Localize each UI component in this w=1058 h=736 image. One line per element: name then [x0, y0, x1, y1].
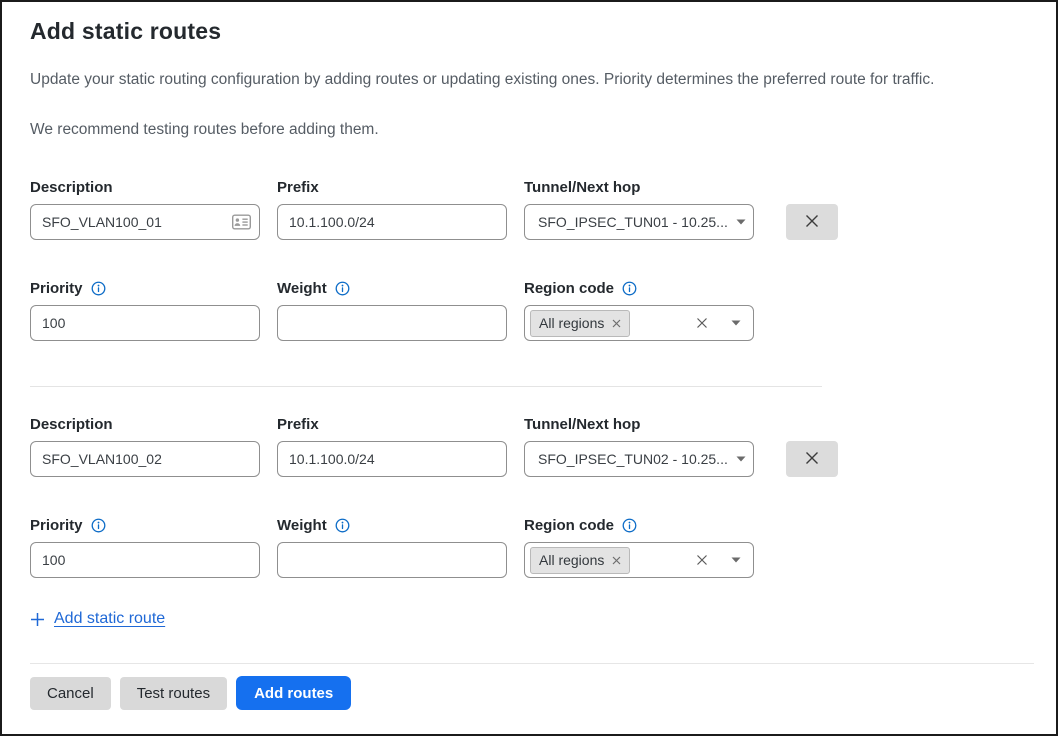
priority-label: Priority: [30, 280, 83, 297]
route-1-options-row: Priority Weight: [30, 280, 1034, 341]
footer-divider: [30, 663, 1034, 664]
info-icon[interactable]: [91, 281, 106, 296]
region-field: Region code All regions: [524, 517, 754, 578]
region-multiselect[interactable]: All regions: [524, 305, 754, 341]
route-divider: [30, 386, 822, 387]
page-title: Add static routes: [30, 16, 1034, 46]
prefix-label: Prefix: [277, 179, 507, 196]
description-field: Description: [30, 416, 260, 477]
test-routes-button[interactable]: Test routes: [120, 677, 227, 710]
cancel-button[interactable]: Cancel: [30, 677, 111, 710]
intro-text: Update your static routing configuration…: [30, 70, 1034, 90]
plus-icon: [30, 612, 45, 627]
remove-tag-icon[interactable]: [612, 556, 621, 565]
route-block-2: Description Prefix Tunnel/Next hop SFO_I…: [30, 416, 1034, 578]
route-2-options-row: Priority Weight: [30, 517, 1034, 578]
tunnel-field: Tunnel/Next hop SFO_IPSEC_TUN02 - 10.25.…: [524, 416, 754, 477]
weight-label: Weight: [277, 280, 327, 297]
region-tag-label: All regions: [539, 552, 604, 568]
remove-tag-icon[interactable]: [612, 319, 621, 328]
close-icon: [804, 213, 820, 232]
info-icon[interactable]: [91, 518, 106, 533]
info-icon[interactable]: [622, 281, 637, 296]
footer-buttons: Cancel Test routes Add routes: [30, 676, 1034, 710]
region-tag-chip: All regions: [530, 310, 630, 337]
priority-input[interactable]: [30, 542, 260, 578]
prefix-field: Prefix: [277, 416, 507, 477]
weight-label: Weight: [277, 517, 327, 534]
chevron-down-icon: [736, 219, 746, 225]
region-multiselect[interactable]: All regions: [524, 542, 754, 578]
remove-route-button[interactable]: [786, 204, 838, 240]
description-label: Description: [30, 416, 260, 433]
weight-input[interactable]: [277, 542, 507, 578]
recommendation-text: We recommend testing routes before addin…: [30, 120, 1034, 140]
route-block-1: Description: [30, 179, 1034, 341]
clear-selection-icon[interactable]: [696, 554, 708, 566]
prefix-input[interactable]: [277, 441, 507, 477]
clear-selection-icon[interactable]: [696, 317, 708, 329]
tunnel-selected-value: SFO_IPSEC_TUN01 - 10.25...: [538, 214, 728, 230]
priority-input[interactable]: [30, 305, 260, 341]
route-1-main-row: Description: [30, 179, 1034, 240]
chevron-down-icon: [731, 557, 741, 563]
info-icon[interactable]: [622, 518, 637, 533]
tunnel-select[interactable]: SFO_IPSEC_TUN02 - 10.25...: [524, 441, 754, 477]
priority-field: Priority: [30, 517, 260, 578]
tunnel-selected-value: SFO_IPSEC_TUN02 - 10.25...: [538, 451, 728, 467]
info-icon[interactable]: [335, 518, 350, 533]
add-static-route-row: Add static route: [30, 610, 1034, 628]
add-static-routes-dialog: Add static routes Update your static rou…: [0, 0, 1058, 736]
tunnel-select[interactable]: SFO_IPSEC_TUN01 - 10.25...: [524, 204, 754, 240]
route-2-main-row: Description Prefix Tunnel/Next hop SFO_I…: [30, 416, 1034, 477]
prefix-label: Prefix: [277, 416, 507, 433]
region-label: Region code: [524, 517, 614, 534]
tunnel-field: Tunnel/Next hop SFO_IPSEC_TUN01 - 10.25.…: [524, 179, 754, 240]
description-label: Description: [30, 179, 260, 196]
weight-input[interactable]: [277, 305, 507, 341]
region-tag-label: All regions: [539, 315, 604, 331]
close-icon: [804, 450, 820, 469]
prefix-input[interactable]: [277, 204, 507, 240]
region-tag-chip: All regions: [530, 547, 630, 574]
priority-field: Priority: [30, 280, 260, 341]
info-icon[interactable]: [335, 281, 350, 296]
add-static-route-link[interactable]: Add static route: [54, 610, 165, 628]
weight-field: Weight: [277, 517, 507, 578]
priority-label: Priority: [30, 517, 83, 534]
description-input[interactable]: [30, 204, 260, 240]
chevron-down-icon: [736, 456, 746, 462]
weight-field: Weight: [277, 280, 507, 341]
contact-card-icon[interactable]: [232, 215, 251, 230]
tunnel-label: Tunnel/Next hop: [524, 416, 754, 433]
description-field: Description: [30, 179, 260, 240]
add-routes-button[interactable]: Add routes: [236, 676, 351, 710]
region-field: Region code All regions: [524, 280, 754, 341]
tunnel-label: Tunnel/Next hop: [524, 179, 754, 196]
description-input[interactable]: [30, 441, 260, 477]
remove-route-button[interactable]: [786, 441, 838, 477]
prefix-field: Prefix: [277, 179, 507, 240]
chevron-down-icon: [731, 320, 741, 326]
region-label: Region code: [524, 280, 614, 297]
